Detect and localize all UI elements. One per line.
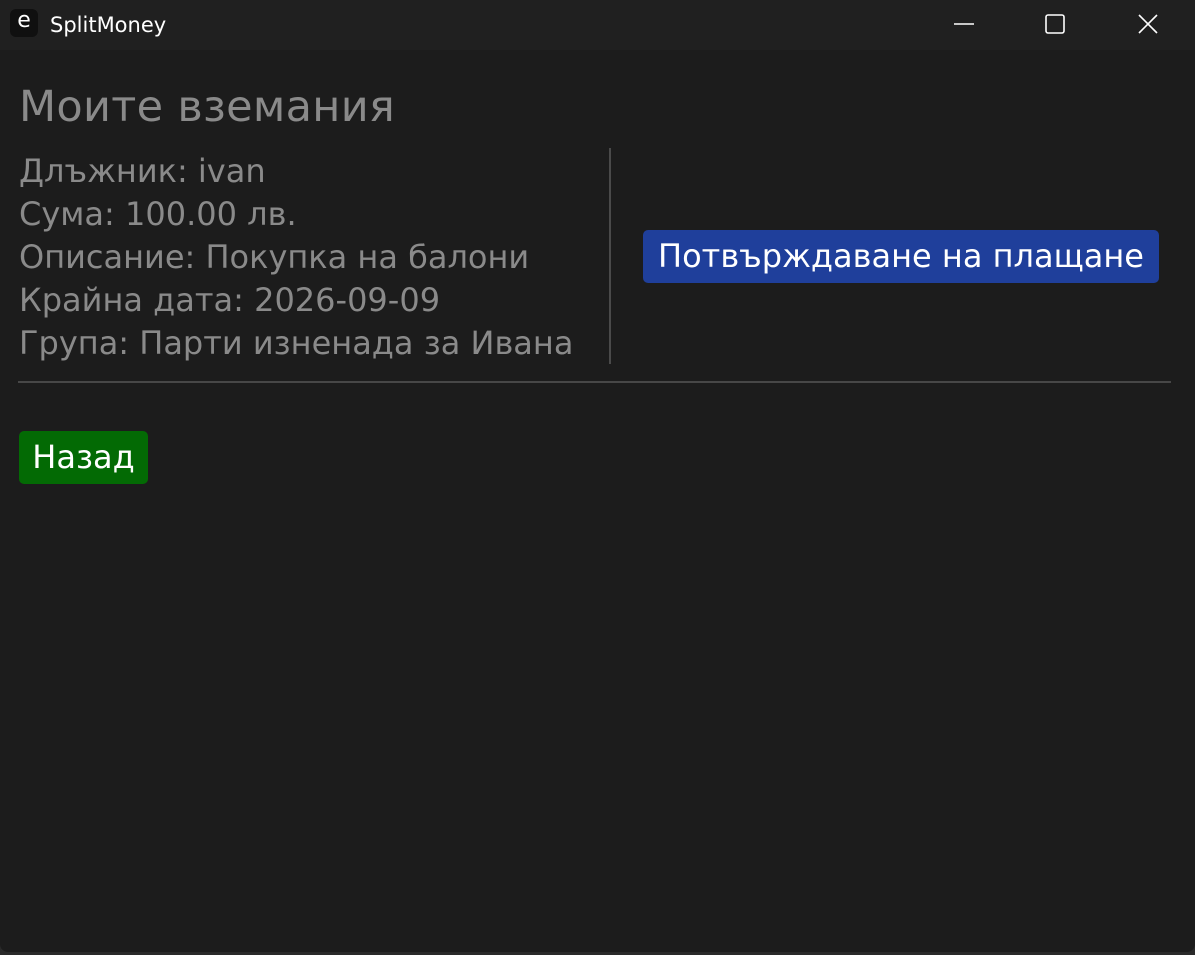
app-window: e SplitMoney Моите вземания Длъжник: iva… (0, 0, 1195, 952)
maximize-button[interactable] (1009, 0, 1101, 48)
receivable-details: Длъжник: ivan Сума: 100.00 лв. Описание:… (19, 150, 599, 365)
back-button[interactable]: Назад (19, 431, 148, 484)
due-date-text: Крайна дата: 2026-09-09 (19, 281, 441, 319)
app-icon: e (10, 9, 38, 37)
horizontal-divider (18, 381, 1171, 383)
window-title: SplitMoney (50, 13, 167, 37)
vertical-divider (609, 148, 611, 364)
description-text: Описание: Покупка на балони (19, 238, 530, 276)
page-title: Моите вземания (19, 82, 396, 132)
close-icon (1138, 14, 1158, 34)
maximize-icon (1045, 14, 1065, 34)
minimize-icon (954, 23, 974, 25)
title-bar[interactable]: e SplitMoney (0, 0, 1195, 50)
minimize-button[interactable] (918, 0, 1010, 48)
debtor-text: Длъжник: ivan (19, 152, 266, 190)
amount-text: Сума: 100.00 лв. (19, 195, 297, 233)
confirm-payment-button[interactable]: Потвърждаване на плащане (643, 230, 1159, 283)
group-text: Група: Парти изненада за Ивана (19, 324, 574, 362)
close-button[interactable] (1102, 0, 1194, 48)
